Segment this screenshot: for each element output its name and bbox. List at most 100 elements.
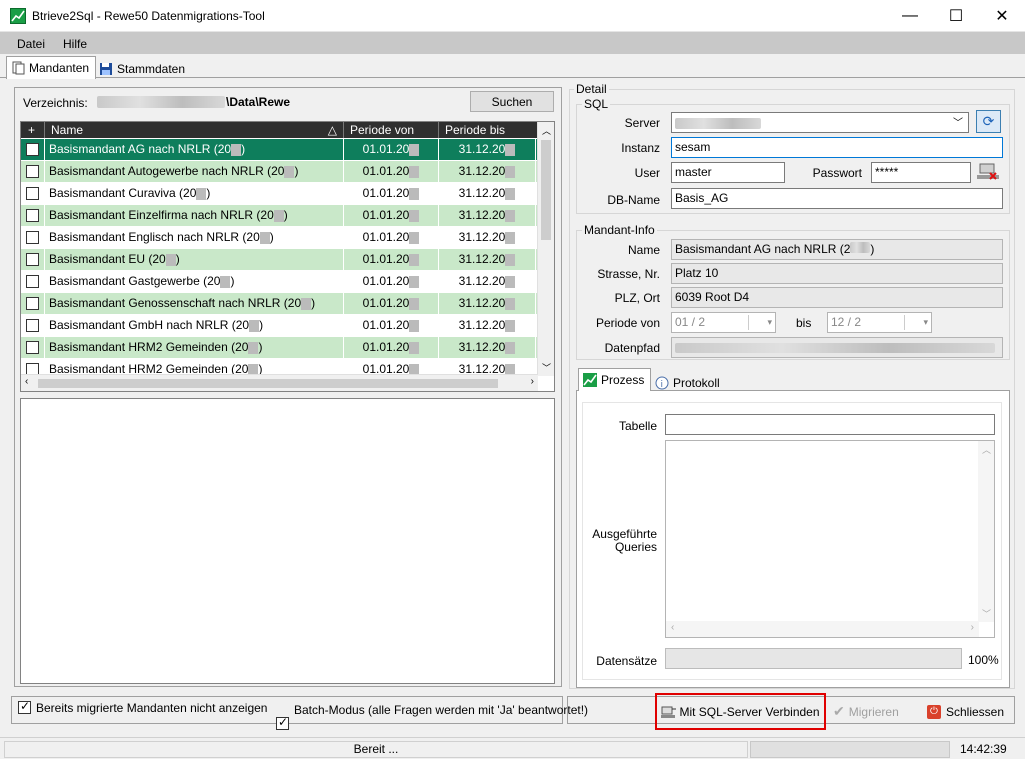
table-row[interactable]: Basismandant HRM2 Gemeinden (20) 01.01.20… — [21, 337, 538, 359]
row-checkbox[interactable] — [21, 139, 45, 160]
scroll-left-icon[interactable]: ‹ — [671, 622, 674, 633]
row-periode-von: 01.01.20 — [344, 227, 439, 248]
scroll-right-icon[interactable]: › — [531, 376, 534, 387]
status-text: Bereit ... — [4, 741, 748, 758]
queries-horizontal-scrollbar[interactable]: ‹ › — [666, 621, 979, 637]
scroll-up-icon[interactable]: ︿ — [982, 443, 991, 456]
close-button[interactable]: ⏻ Schliessen — [927, 700, 1010, 723]
redacted-year — [505, 297, 516, 310]
title-bar: Btrieve2Sql - Rewe50 Datenmigrations-Too… — [0, 0, 1025, 32]
calendar-dropdown-icon: ▾ — [748, 315, 772, 330]
refresh-servers-button[interactable]: ⟳ — [976, 110, 1001, 133]
row-checkbox[interactable] — [21, 227, 45, 248]
street-field: Platz 10 — [671, 263, 1003, 284]
menu-hilfe[interactable]: Hilfe — [63, 37, 87, 51]
queries-label: Ausgeführte Queries — [592, 527, 657, 554]
name-column-header[interactable]: Name △ — [45, 122, 344, 138]
table-row[interactable]: Basismandant Genossenschaft nach NRLR (2… — [21, 293, 538, 315]
redacted-year — [505, 253, 516, 266]
row-periode-bis: 31.12.20 — [439, 205, 536, 226]
table-row[interactable]: Basismandant Englisch nach NRLR (20) 01.0… — [21, 227, 538, 249]
row-periode-bis: 31.12.20 — [439, 227, 536, 248]
search-button[interactable]: Suchen — [470, 91, 554, 112]
tab-protokoll-label: Protokoll — [673, 375, 720, 390]
table-row[interactable]: Basismandant Gastgewerbe (20) 01.01.20 31.… — [21, 271, 538, 293]
server-connect-icon — [661, 705, 677, 719]
periode-von-header[interactable]: Periode von — [344, 122, 439, 138]
scroll-down-icon[interactable]: ﹀ — [982, 607, 991, 620]
period-to-field: 12 / 2 ▾ — [827, 312, 932, 333]
grid-vertical-scrollbar[interactable]: ︿ ﹀ — [537, 122, 554, 376]
horizontal-scroll-thumb[interactable] — [38, 379, 498, 388]
menu-datei[interactable]: Datei — [17, 37, 45, 51]
status-bar: Bereit ... 14:42:39 — [0, 737, 1025, 759]
row-name: Basismandant GmbH nach NRLR (20) — [45, 315, 344, 336]
instanz-field[interactable]: sesam — [671, 137, 1003, 158]
minimize-button[interactable]: — — [887, 0, 933, 32]
redacted-year — [409, 297, 420, 310]
calendar-dropdown-icon: ▾ — [904, 315, 928, 330]
redacted-year — [409, 143, 420, 156]
row-checkbox[interactable] — [21, 249, 45, 270]
table-row[interactable]: Basismandant GmbH nach NRLR (20) 01.01.20… — [21, 315, 538, 337]
chevron-down-icon[interactable]: ﹀ — [953, 116, 963, 131]
row-checkbox[interactable] — [21, 315, 45, 336]
server-label: Server — [624, 116, 660, 130]
table-row[interactable]: Basismandant EU (20) 01.01.20 31.12.20 — [21, 249, 538, 271]
close-label: Schliessen — [946, 704, 1005, 719]
directory-path-redacted — [97, 96, 225, 108]
row-checkbox[interactable] — [21, 205, 45, 226]
scroll-down-icon[interactable]: ﹀ — [542, 361, 551, 374]
datapath-field — [671, 337, 1003, 358]
scroll-up-icon[interactable]: ︿ — [542, 124, 551, 137]
row-periode-bis: 31.12.20 — [439, 293, 536, 314]
connect-sql-button[interactable]: Mit SQL-Server Verbinden — [659, 700, 822, 723]
chart-icon — [583, 373, 597, 387]
redacted-year — [505, 231, 516, 244]
tabelle-field[interactable] — [665, 414, 995, 435]
queries-vertical-scrollbar[interactable]: ︿ ﹀ — [978, 441, 994, 622]
records-label: Datensätze — [596, 654, 657, 668]
row-checkbox[interactable] — [21, 183, 45, 204]
password-field[interactable]: ***** — [871, 162, 971, 183]
redacted-year — [249, 319, 260, 332]
hide-migrated-checkbox[interactable] — [18, 699, 31, 714]
table-row[interactable]: Basismandant AG nach NRLR (20) 01.01.20 31… — [21, 139, 538, 161]
tab-mandanten[interactable]: Mandanten — [6, 56, 97, 79]
row-checkbox[interactable] — [21, 337, 45, 358]
tab-prozess[interactable]: Prozess — [578, 368, 652, 391]
vertical-scroll-thumb[interactable] — [541, 140, 551, 240]
row-periode-bis: 31.12.20 — [439, 161, 536, 182]
table-row[interactable]: Basismandant Autogewerbe nach NRLR (20) 0… — [21, 161, 538, 183]
tab-protokoll[interactable]: i Protokoll — [651, 372, 726, 393]
user-field[interactable]: master — [671, 162, 785, 183]
periode-bis-header[interactable]: Periode bis — [439, 122, 538, 138]
redacted-year — [505, 187, 516, 200]
batch-mode-checkbox[interactable] — [276, 715, 289, 730]
row-periode-von: 01.01.20 — [344, 249, 439, 270]
row-name: Basismandant Gastgewerbe (20) — [45, 271, 344, 292]
tab-stammdaten[interactable]: Stammdaten — [95, 58, 191, 79]
document-icon — [11, 61, 25, 75]
server-select[interactable]: ﹀ — [671, 112, 969, 133]
queries-textarea[interactable]: ︿ ﹀ ‹ › — [665, 440, 995, 638]
migrate-button[interactable]: ✔ Migrieren — [833, 700, 913, 723]
row-checkbox[interactable] — [21, 161, 45, 182]
grid-horizontal-scrollbar[interactable]: ‹ › — [21, 374, 538, 391]
network-test-button[interactable] — [976, 162, 1000, 182]
street-label: Strasse, Nr. — [597, 267, 660, 281]
row-checkbox[interactable] — [21, 293, 45, 314]
maximize-button[interactable]: ☐ — [933, 0, 979, 32]
table-row[interactable]: Basismandant Curaviva (20) 01.01.20 31.12.… — [21, 183, 538, 205]
sql-title: SQL — [582, 97, 611, 111]
table-row[interactable]: Basismandant Einzelfirma nach NRLR (20) 0… — [21, 205, 538, 227]
row-periode-von: 01.01.20 — [344, 337, 439, 358]
expand-all-header[interactable]: + — [21, 122, 45, 138]
close-window-button[interactable]: ✕ — [979, 0, 1025, 32]
row-periode-von: 01.01.20 — [344, 293, 439, 314]
scroll-left-icon[interactable]: ‹ — [25, 376, 28, 387]
scroll-right-icon[interactable]: › — [971, 622, 974, 633]
dbname-field[interactable]: Basis_AG — [671, 188, 1003, 209]
redacted-year — [409, 231, 420, 244]
row-checkbox[interactable] — [21, 271, 45, 292]
